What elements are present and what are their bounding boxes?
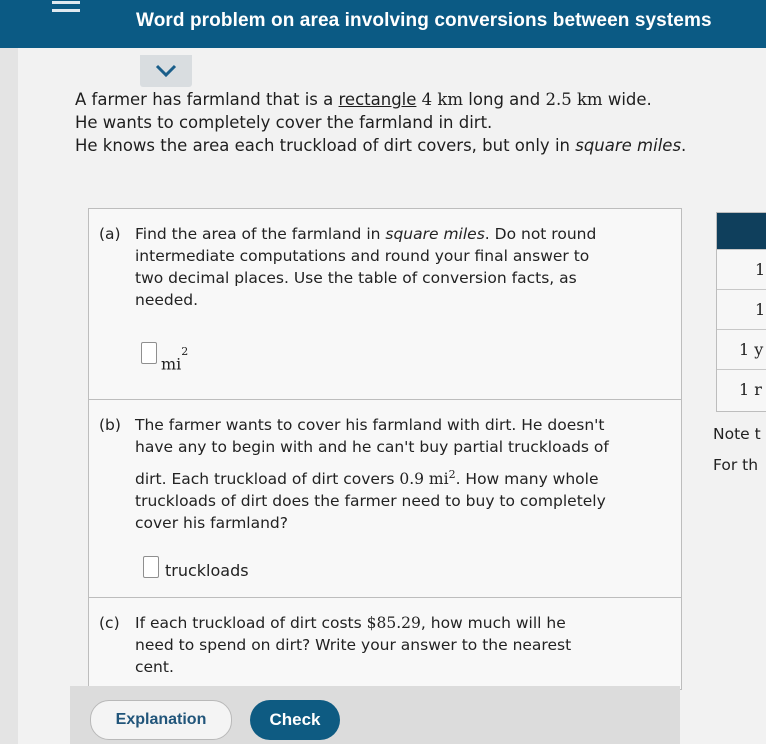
explanation-button[interactable]: Explanation <box>90 700 232 740</box>
truckloads-unit: truckloads <box>165 561 249 580</box>
conversion-row: 1 y <box>717 329 766 370</box>
table-note: Note t <box>713 425 761 443</box>
conversion-table: 1 1 1 y 1 r <box>716 212 766 412</box>
area-answer-input[interactable] <box>141 342 157 364</box>
part-c: (c) If each truckload of dirt costs $85.2… <box>99 614 572 676</box>
chevron-down-icon <box>155 64 177 78</box>
collapse-toggle[interactable] <box>140 55 192 87</box>
truckloads-answer-input[interactable] <box>143 556 159 578</box>
question-box: (a) Find the area of the farmland in squa… <box>88 208 682 690</box>
part-a: (a) Find the area of the farmland in squa… <box>89 209 681 400</box>
part-b: (b) The farmer wants to cover his farmlan… <box>89 400 681 598</box>
check-button[interactable]: Check <box>250 700 340 740</box>
menu-icon[interactable] <box>52 0 82 18</box>
conversion-row: 1 <box>717 289 766 330</box>
table-note: For th <box>713 456 759 474</box>
page-title: Word problem on area involving conversio… <box>136 10 712 31</box>
area-unit: mi2 <box>161 345 189 374</box>
conversion-row: 1 <box>717 249 766 290</box>
conversion-table-header <box>717 213 766 249</box>
problem-statement: A farmer has farmland that is a rectangl… <box>75 90 687 155</box>
rectangle-link[interactable]: rectangle <box>339 90 417 109</box>
header-bar: Word problem on area involving conversio… <box>0 0 766 48</box>
conversion-row: 1 r <box>717 369 766 410</box>
